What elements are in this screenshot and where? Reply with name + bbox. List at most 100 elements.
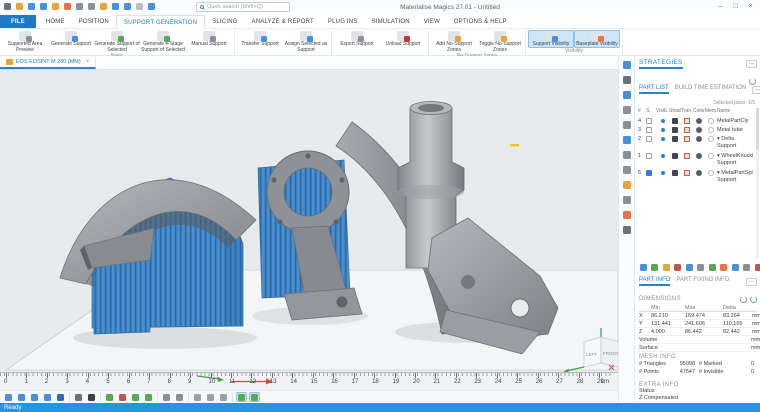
shade-icon[interactable] — [672, 127, 678, 133]
lock-part-icon[interactable] — [730, 262, 740, 272]
slice-preview-icon[interactable] — [622, 210, 632, 220]
zoom-out-icon[interactable] — [16, 392, 27, 402]
cube-front-label[interactable]: FRONT — [603, 351, 618, 356]
toggle-no-support-zones-button[interactable]: Toggle No-Support Zones — [477, 30, 523, 53]
color-icon[interactable] — [696, 136, 702, 142]
mark-triangles-icon[interactable] — [104, 392, 115, 402]
support-edit-icon[interactable] — [249, 392, 260, 402]
color-icon[interactable] — [696, 153, 702, 159]
supported-area-preview-button[interactable]: Supported Area Preview — [2, 30, 48, 53]
3d-scene[interactable]: LEFT FRONT — [0, 70, 618, 372]
brush-select-icon[interactable] — [174, 392, 185, 402]
shade-icon[interactable] — [672, 136, 678, 142]
assign-selected-as-support-button[interactable]: Assign Selected as Support — [283, 30, 329, 53]
tab-part-fixing-info[interactable]: PART FIXING INFO — [676, 277, 729, 286]
save-icon[interactable] — [39, 2, 48, 11]
select-checkbox[interactable] — [646, 170, 652, 176]
color-icon[interactable] — [696, 127, 702, 133]
measure-circle-icon[interactable] — [622, 105, 632, 115]
part-list-row[interactable]: 3Metal tube — [638, 125, 754, 134]
color-icon[interactable] — [696, 118, 702, 124]
tab-build-time-estimation[interactable]: BUILD TIME ESTIMATION — [675, 85, 746, 94]
tab-view[interactable]: VIEW — [417, 15, 447, 28]
memory-icon[interactable] — [708, 136, 714, 142]
support-row[interactable]: Support — [638, 143, 754, 151]
color-part-icon[interactable] — [719, 262, 729, 272]
transfer-support-button[interactable]: Transfer Support — [237, 30, 283, 53]
memory-icon[interactable] — [708, 118, 714, 124]
cube-left-label[interactable]: LEFT — [586, 352, 597, 357]
filter-sharp-triangles-icon[interactable] — [192, 392, 203, 402]
select-checkbox[interactable] — [646, 136, 652, 142]
pan-icon[interactable] — [55, 392, 66, 402]
viewport[interactable]: LEFT FRONT — [0, 70, 618, 372]
section-view-icon[interactable] — [622, 225, 632, 235]
unload-support-button[interactable]: Unload Support — [380, 30, 426, 48]
zoom-in-icon[interactable] — [3, 392, 14, 402]
quick-search-input[interactable]: Quick search (Shift+Q) — [196, 2, 290, 12]
machine-library-icon[interactable] — [111, 2, 120, 11]
support-preview-icon[interactable] — [236, 392, 247, 402]
undo-icon[interactable] — [123, 2, 132, 11]
memory-icon[interactable] — [708, 170, 714, 176]
select-checkbox[interactable] — [646, 127, 652, 133]
part-list-row[interactable]: 5▾ MetalPartSpi — [638, 168, 754, 177]
export-platform-icon[interactable] — [63, 2, 72, 11]
generate-support-button[interactable]: Generate Support — [48, 30, 94, 53]
visible-dot[interactable] — [661, 119, 665, 123]
select-checkbox[interactable] — [646, 118, 652, 124]
filter-marked-icon[interactable] — [218, 392, 229, 402]
part-list-row[interactable]: 2▾ Delta — [638, 134, 754, 143]
new-scene-icon[interactable] — [3, 2, 12, 11]
shade-mode-icon[interactable] — [86, 392, 97, 402]
generate-e-stage-support-of-selected-button[interactable]: Generate e-Stage Support of Selected — [140, 30, 186, 53]
open-scene-icon[interactable] — [15, 2, 24, 11]
tab-simulation[interactable]: SIMULATION — [365, 15, 417, 28]
part-list-menu-button[interactable]: — — [752, 86, 760, 94]
visible-dot[interactable] — [661, 137, 665, 141]
tools-icon[interactable] — [622, 75, 632, 85]
shade-icon[interactable] — [672, 118, 678, 124]
zoom-window-icon[interactable] — [29, 392, 40, 402]
view-mode-icon[interactable] — [622, 150, 632, 160]
support-visibility-button[interactable]: Support Visibility — [528, 30, 574, 48]
duplicate-part-icon[interactable] — [684, 262, 694, 272]
transparency-icon[interactable] — [684, 127, 690, 133]
ruler-icon[interactable] — [622, 135, 632, 145]
filter-plane-icon[interactable] — [205, 392, 216, 402]
support-row[interactable]: Support — [638, 160, 754, 168]
tab-support-generation[interactable]: SUPPORT GENERATION — [116, 15, 205, 29]
tab-home[interactable]: HOME — [39, 15, 72, 28]
rotate-part-icon[interactable] — [650, 262, 660, 272]
array-part-icon[interactable] — [707, 262, 717, 272]
tab-position[interactable]: POSITION — [72, 15, 116, 28]
zoom-fit-icon[interactable] — [42, 392, 53, 402]
clip-icon[interactable] — [622, 195, 632, 205]
mirror-part-icon[interactable] — [673, 262, 683, 272]
copy-icon[interactable] — [51, 2, 60, 11]
tab-analyze-report[interactable]: ANALYZE & REPORT — [245, 15, 321, 28]
support-row[interactable]: Support — [638, 177, 754, 185]
merge-parts-icon[interactable] — [696, 262, 706, 272]
transparency-icon[interactable] — [684, 153, 690, 159]
baseplate-visibility-button[interactable]: Baseplate Visibility — [574, 30, 620, 48]
measure-distance-icon[interactable] — [622, 90, 632, 100]
translate-part-icon[interactable] — [638, 262, 648, 272]
tab-part-list[interactable]: PART LIST — [639, 85, 669, 94]
delete-part-icon[interactable] — [753, 262, 760, 272]
select-through-icon[interactable] — [161, 392, 172, 402]
close-button[interactable]: × — [743, 0, 758, 13]
view-settings-icon[interactable] — [622, 60, 632, 70]
rotate-view-icon[interactable] — [73, 392, 84, 402]
settings-icon[interactable] — [75, 2, 84, 11]
platform-settings-icon[interactable] — [99, 2, 108, 11]
transparency-icon[interactable] — [684, 136, 690, 142]
add-no-support-zones-button[interactable]: Add No-Support Zones — [431, 30, 477, 53]
shade-icon[interactable] — [672, 170, 678, 176]
strategies-menu-button[interactable]: — — [746, 60, 757, 68]
sync-icon[interactable] — [749, 78, 756, 85]
maximize-button[interactable]: □ — [728, 0, 743, 13]
machine-settings-icon[interactable] — [87, 2, 96, 11]
recalculate-icon[interactable] — [740, 296, 747, 303]
update-info-icon[interactable] — [750, 296, 757, 303]
